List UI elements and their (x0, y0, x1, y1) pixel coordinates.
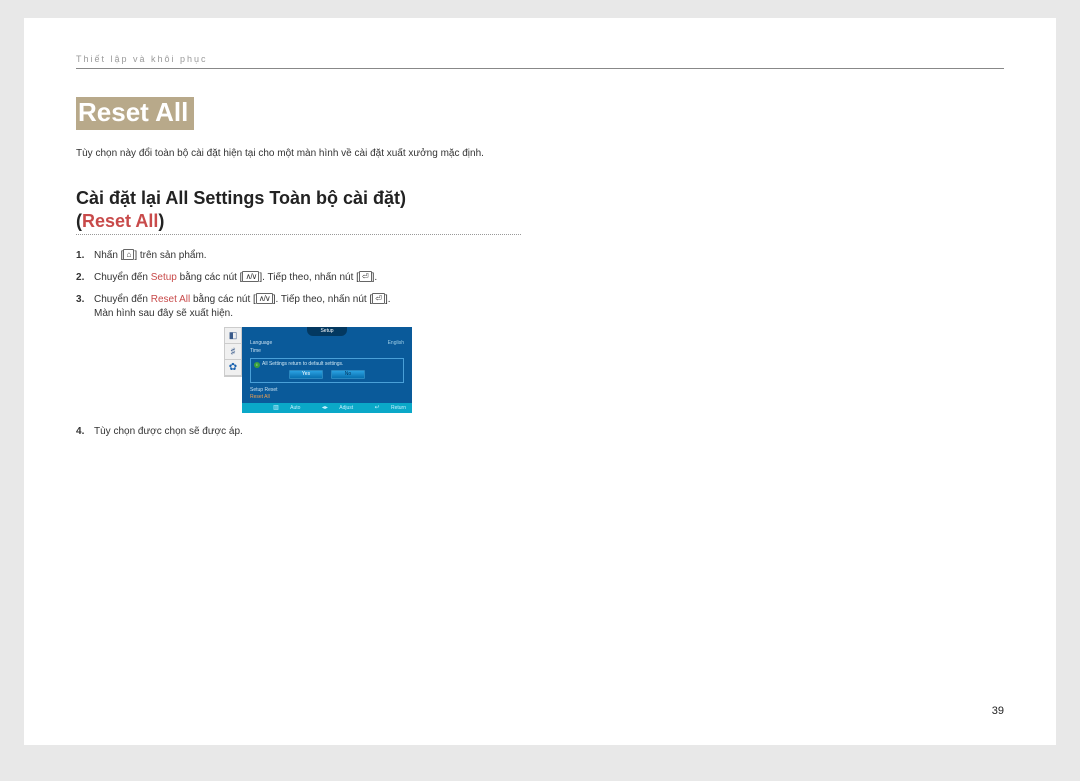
page-number: 39 (992, 705, 1004, 717)
info-icon: i (254, 362, 260, 368)
divider (76, 68, 1004, 69)
step-3-d: ]. (385, 294, 391, 305)
step-3: Chuyển đến Reset All bằng các nút []. Ti… (76, 293, 1004, 413)
intro-text: Tùy chọn này đổi toàn bộ cài đặt hiện tạ… (76, 148, 1004, 159)
step-4: Tùy chọn được chọn sẽ được áp. (76, 425, 1004, 439)
osd-yes-button: Yes (289, 370, 323, 379)
sub-heading-suffix: ) (158, 211, 164, 231)
step-2: Chuyển đến Setup bằng các nút [ ]. Tiếp t… (76, 271, 1004, 285)
step-1-a: Nhấn [ (94, 250, 123, 261)
osd-row-time: Time (250, 348, 404, 355)
updown-icon (242, 271, 259, 282)
chapter-title: Thiết lập và khôi phục (76, 54, 1004, 64)
osd-no-button: No (331, 370, 365, 379)
osd-footer: ▥ Auto ◂▸ Adjust ↵ Return (242, 403, 412, 413)
gear-icon: ✿ (225, 360, 241, 376)
osd-sidebar: ◧ ♯ ✿ (224, 327, 242, 377)
osd-setup-reset: Setup Reset (250, 387, 404, 394)
osd-tab: Setup (307, 327, 347, 336)
sub-heading-highlight: Reset All (82, 211, 158, 231)
osd-figure: ◧ ♯ ✿ Setup Language English Time (224, 327, 412, 413)
osd-sidebar-item: ♯ (225, 344, 241, 360)
step-3-c: ]. Tiếp theo, nhấn nút [ (273, 294, 373, 305)
osd-reset-all: Reset All (250, 394, 404, 401)
osd-time-label: Time (250, 348, 404, 355)
step-2-a: Chuyển đến (94, 272, 151, 283)
step-3-sub: Màn hình sau đây sẽ xuất hiện. (94, 307, 1004, 321)
main-heading: Reset All (76, 97, 194, 130)
menu-icon (123, 249, 134, 260)
osd-lower: Setup Reset Reset All (242, 387, 412, 403)
step-2-b: bằng các nút [ (177, 272, 243, 283)
osd-footer-auto: ▥ Auto (263, 405, 300, 411)
osd-sidebar-item: ◧ (225, 328, 241, 344)
steps-list: Nhấn [ ] trên sản phẩm. Chuyển đến Setup … (76, 249, 1004, 439)
enter-icon (359, 271, 372, 282)
step-3-b: bằng các nút [ (190, 294, 256, 305)
step-2-d: ]. (372, 272, 378, 283)
step-3-hl: Reset All (151, 294, 190, 305)
enter-icon (372, 293, 385, 304)
updown-icon (256, 293, 273, 304)
osd-language-label: Language (250, 340, 388, 347)
osd-panel: Setup Language English Time i All S (242, 327, 412, 413)
step-2-hl: Setup (151, 272, 177, 283)
osd-language-value: English (388, 340, 404, 347)
step-1: Nhấn [ ] trên sản phẩm. (76, 249, 1004, 263)
step-3-a: Chuyển đến (94, 294, 151, 305)
sub-heading-line1: Cài đặt lại All Settings Toàn bộ cài đặt… (76, 188, 406, 208)
osd-body: Language English Time i All Settings ret… (242, 336, 412, 383)
dotted-divider (76, 234, 521, 235)
osd-footer-return: ↵ Return (365, 405, 406, 411)
document-page: Thiết lập và khôi phục Reset All Tùy chọ… (24, 18, 1056, 745)
sub-heading: Cài đặt lại All Settings Toàn bộ cài đặt… (76, 187, 1004, 232)
osd-message-box: i All Settings return to default setting… (250, 358, 404, 383)
osd-row-language: Language English (250, 340, 404, 347)
osd-footer-adjust: ◂▸ Adjust (312, 405, 353, 411)
step-1-b: ] trên sản phẩm. (134, 250, 206, 261)
step-2-c: ]. Tiếp theo, nhấn nút [ (259, 272, 359, 283)
osd-buttons: Yes No (254, 370, 400, 379)
osd-message: i All Settings return to default setting… (254, 361, 400, 368)
osd-message-text: All Settings return to default settings. (262, 361, 343, 368)
